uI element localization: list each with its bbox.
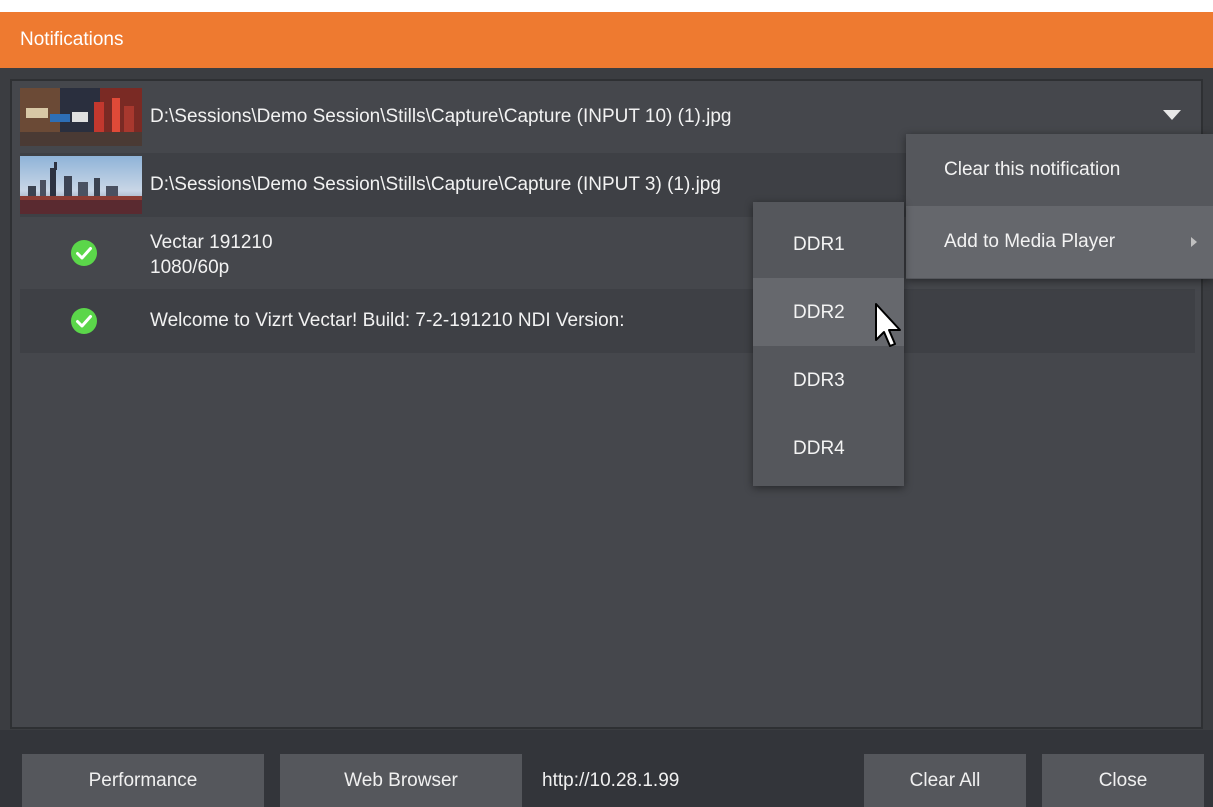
notification-detail: 1080/60p xyxy=(150,257,230,278)
submenu-item-ddr1[interactable]: DDR1 xyxy=(753,210,904,278)
notification-item[interactable]: Welcome to Vizrt Vectar! Build: 7-2-1912… xyxy=(20,289,1195,353)
submenu-item-label: DDR3 xyxy=(793,370,845,391)
submenu-item-label: DDR2 xyxy=(793,302,845,323)
footer-bar: Performance Web Browser http://10.28.1.9… xyxy=(0,730,1213,807)
web-url-text: http://10.28.1.99 xyxy=(542,770,680,791)
notification-text: D:\Sessions\Demo Session\Stills\Capture\… xyxy=(150,106,732,127)
add-to-media-player-menu-item[interactable]: Add to Media Player xyxy=(906,206,1213,278)
performance-button[interactable]: Performance xyxy=(22,754,264,807)
chevron-down-icon[interactable] xyxy=(1163,110,1181,120)
notification-text: D:\Sessions\Demo Session\Stills\Capture\… xyxy=(150,174,721,195)
clear-notification-menu-item[interactable]: Clear this notification xyxy=(906,134,1213,206)
notification-text: Welcome to Vizrt Vectar! Build: 7-2-1912… xyxy=(150,310,625,331)
menu-item-label: Add to Media Player xyxy=(944,231,1116,252)
submenu-item-ddr4[interactable]: DDR4 xyxy=(753,414,904,482)
check-circle-icon xyxy=(71,240,97,266)
check-circle-icon xyxy=(71,308,97,334)
clear-all-button[interactable]: Clear All xyxy=(864,754,1026,807)
notifications-window: Notifications D:\Sessions\Demo Session\S… xyxy=(0,12,1213,807)
submenu-item-label: DDR1 xyxy=(793,234,845,255)
context-menu: Clear this notification Add to Media Pla… xyxy=(906,134,1213,279)
close-button[interactable]: Close xyxy=(1042,754,1204,807)
submenu-item-ddr3[interactable]: DDR3 xyxy=(753,346,904,414)
web-browser-button[interactable]: Web Browser xyxy=(280,754,522,807)
window-title: Notifications xyxy=(0,12,1213,68)
submenu-item-label: DDR4 xyxy=(793,438,845,459)
mouse-pointer-icon xyxy=(875,303,901,347)
menu-item-label: Clear this notification xyxy=(944,159,1121,180)
street-scene-thumbnail xyxy=(20,88,142,146)
top-strip xyxy=(0,0,1213,12)
notification-title: Vectar 191210 xyxy=(150,232,273,253)
city-skyline-thumbnail xyxy=(20,156,142,214)
chevron-right-icon xyxy=(1191,237,1197,247)
